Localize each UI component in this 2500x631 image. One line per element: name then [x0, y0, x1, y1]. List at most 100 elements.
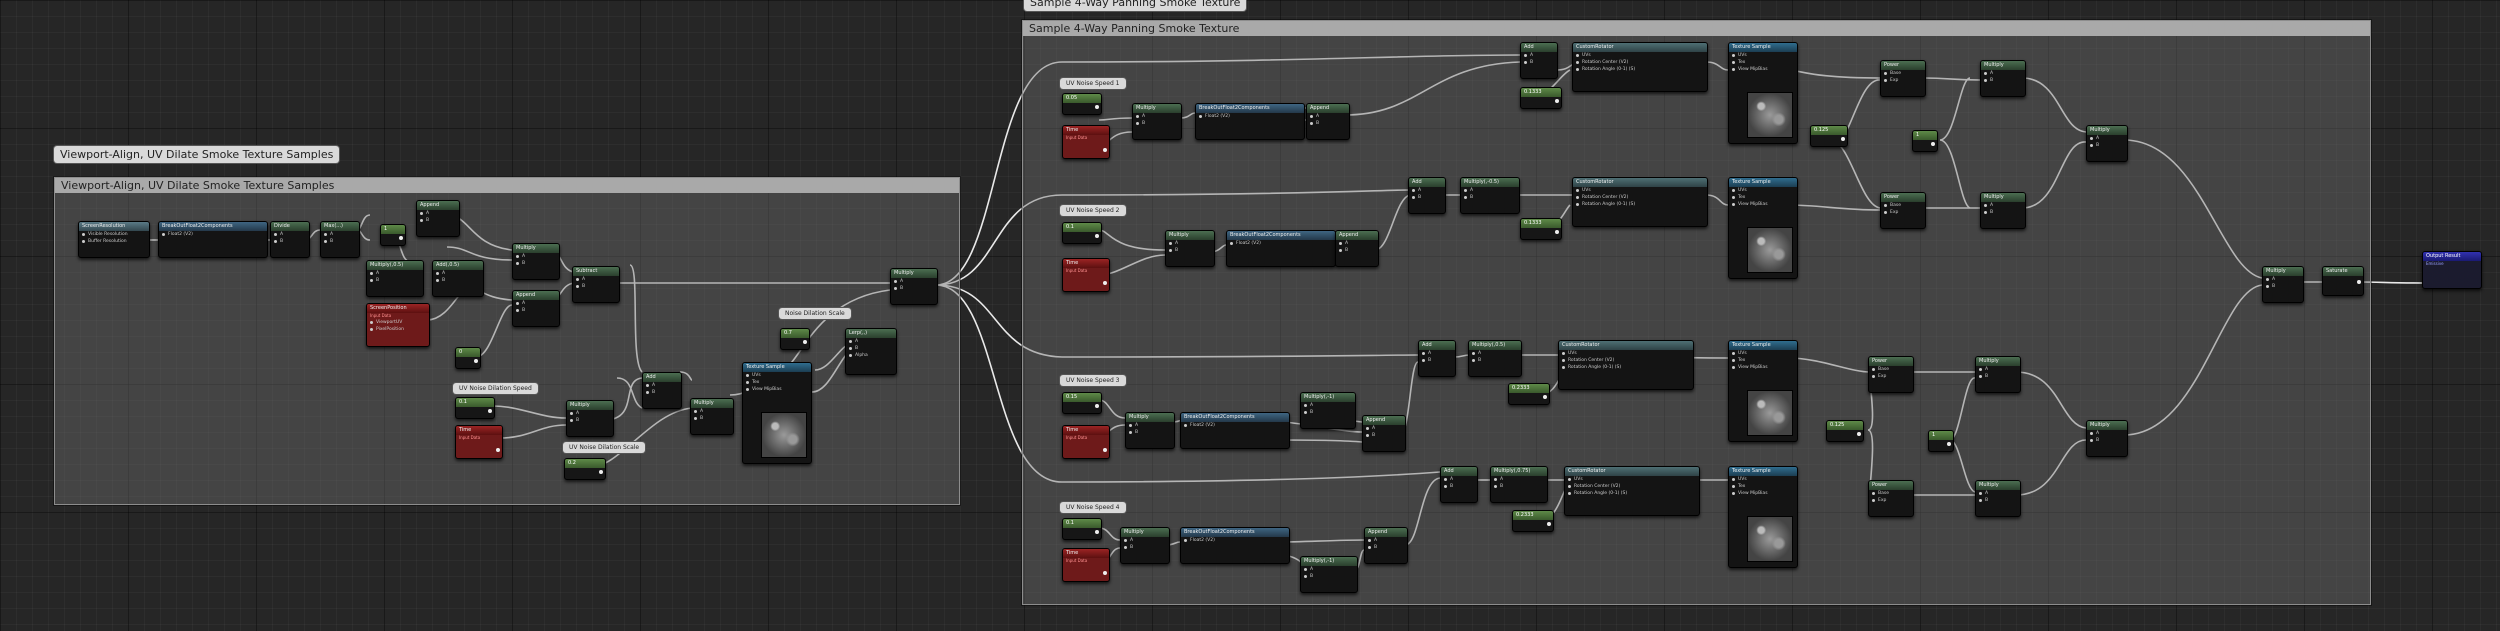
pin-view-mip-bias[interactable]: View MipBias: [1729, 201, 1797, 208]
constant-0-2333-node-3[interactable]: 0.2333: [1508, 383, 1550, 405]
pin-b[interactable]: B: [1301, 573, 1357, 580]
multiply-node-left-main[interactable]: Multiply A B: [890, 268, 938, 305]
pin-rotation-angle[interactable]: Rotation Angle (0-1) (S): [1559, 364, 1693, 371]
multiply-node-3b[interactable]: Multiply A B: [1975, 356, 2021, 393]
output-pin[interactable]: [399, 236, 403, 240]
multiply-075-node[interactable]: Multiply(,0.75) A B: [1490, 466, 1548, 503]
add-node-left[interactable]: Add A B: [642, 372, 682, 409]
pin-a[interactable]: A: [1307, 113, 1349, 120]
time-node-1[interactable]: Time Input Data: [1062, 125, 1110, 159]
custom-rotator-node-2[interactable]: CustomRotator UVs Rotation Center (V2) R…: [1572, 177, 1708, 227]
pin-a[interactable]: A: [1981, 70, 2025, 77]
texture-sample-node-1[interactable]: Texture Sample UVs Tex View MipBias: [1728, 42, 1798, 144]
pin-a[interactable]: A: [691, 408, 733, 415]
pin-uvs[interactable]: UVs: [1729, 476, 1797, 483]
pin-base[interactable]: Base: [1881, 202, 1925, 209]
add-node-3[interactable]: Add A B: [1418, 340, 1456, 377]
pin-a[interactable]: A: [1363, 425, 1405, 432]
pin-rotation-center[interactable]: Rotation Center (V2): [1565, 483, 1699, 490]
append-node-3[interactable]: Append A B: [1362, 415, 1406, 452]
pin-b[interactable]: B: [1409, 194, 1445, 201]
pin-a[interactable]: A: [1461, 187, 1519, 194]
pin-a[interactable]: A: [513, 300, 559, 307]
output-pin[interactable]: [1103, 148, 1107, 152]
screen-position-node[interactable]: ScreenPosition Input Data ViewportUV Pix…: [366, 303, 430, 347]
constant-02-node-left[interactable]: 0.2: [564, 458, 606, 480]
pin-float2[interactable]: Float2 (V2): [1196, 113, 1304, 120]
pin-b[interactable]: B: [691, 415, 733, 422]
pin-b[interactable]: B: [513, 307, 559, 314]
pin-b[interactable]: B: [1336, 247, 1378, 254]
time-node-4[interactable]: Time Input Data: [1062, 548, 1110, 582]
pin-a[interactable]: A: [643, 382, 681, 389]
pin-b[interactable]: B: [1441, 483, 1477, 490]
custom-rotator-node-4[interactable]: CustomRotator UVs Rotation Center (V2) R…: [1564, 466, 1700, 516]
break-float2-node-1[interactable]: BreakOutFloat2Components Float2 (V2): [1195, 103, 1305, 140]
screen-resolution-node[interactable]: ScreenResolution Visible Resolution Buff…: [78, 221, 150, 258]
add-node-2[interactable]: Add A B: [1408, 177, 1446, 214]
power-node-1b[interactable]: Power Base Exp: [1880, 192, 1926, 229]
pin-view-mip-bias[interactable]: View MipBias: [743, 386, 811, 393]
pin-b[interactable]: B: [417, 217, 459, 224]
pin-a[interactable]: A: [513, 253, 559, 260]
constant-0-1333-node[interactable]: 0.1333: [1520, 87, 1562, 109]
append-node-4[interactable]: Append A B: [1364, 527, 1408, 564]
constant-0-125-node-1[interactable]: 0.125: [1810, 125, 1848, 147]
pin-float2[interactable]: Float2 (V2): [1181, 422, 1289, 429]
constant-1-node-left[interactable]: 1: [380, 224, 406, 246]
saturate-node[interactable]: Saturate: [2322, 266, 2364, 296]
output-pin[interactable]: [1543, 395, 1547, 399]
uv-noise-speed-3-bubble[interactable]: UV Noise Speed 3: [1060, 375, 1126, 386]
constant-01-node-left[interactable]: 0.1: [455, 397, 495, 419]
pin-b[interactable]: B: [321, 238, 359, 245]
output-pin[interactable]: [1841, 137, 1845, 141]
noise-dilation-scale-bubble[interactable]: Noise Dilation Scale: [779, 308, 851, 319]
pin-tex[interactable]: Tex: [1729, 483, 1797, 490]
pin-b[interactable]: B: [1307, 120, 1349, 127]
constant-0-1-node-2[interactable]: 0.1: [1062, 222, 1102, 244]
multiply-n1-node-4[interactable]: Multiply(,-1) A B: [1300, 556, 1358, 593]
pin-b[interactable]: B: [271, 238, 309, 245]
pin-b[interactable]: B: [1365, 544, 1407, 551]
pin-b[interactable]: B: [1301, 409, 1355, 416]
output-pin[interactable]: [1857, 432, 1861, 436]
pin-a[interactable]: A: [1365, 537, 1407, 544]
output-pin[interactable]: [1547, 522, 1551, 526]
pin-b[interactable]: B: [433, 277, 483, 284]
pin-a[interactable]: A: [271, 231, 309, 238]
pin-rotation-center[interactable]: Rotation Center (V2): [1559, 357, 1693, 364]
pin-tex[interactable]: Tex: [743, 379, 811, 386]
constant-0-2333-node-4[interactable]: 0.2333: [1512, 510, 1554, 532]
add-05-node[interactable]: Add(,0.5) A B: [432, 260, 484, 297]
output-pin[interactable]: [1095, 234, 1099, 238]
output-pin[interactable]: [1947, 442, 1951, 446]
power-node-3b[interactable]: Power Base Exp: [1868, 480, 1914, 517]
pin-uvs[interactable]: UVs: [1729, 187, 1797, 194]
constant-0-05-node[interactable]: 0.05: [1062, 93, 1102, 115]
pin-exp[interactable]: Exp: [1881, 209, 1925, 216]
constant-1-node-3[interactable]: 1: [1928, 430, 1954, 452]
multiply-node-1c[interactable]: Multiply A B: [1980, 192, 2026, 229]
lerp-node[interactable]: Lerp(,,) A B Alpha: [845, 328, 897, 375]
uv-noise-speed-1-bubble[interactable]: UV Noise Speed 1: [1060, 78, 1126, 89]
output-pin[interactable]: [1103, 571, 1107, 575]
pin-view-mip-bias[interactable]: View MipBias: [1729, 66, 1797, 73]
output-pin[interactable]: [1103, 281, 1107, 285]
custom-rotator-node-3[interactable]: CustomRotator UVs Rotation Center (V2) R…: [1558, 340, 1694, 390]
constant-07-node[interactable]: 0.7: [780, 328, 810, 350]
pin-b[interactable]: B: [1469, 357, 1521, 364]
pin-a[interactable]: A: [1126, 422, 1174, 429]
pin-a[interactable]: A: [2263, 276, 2303, 283]
pin-b[interactable]: B: [1521, 59, 1557, 66]
break-float2-node-2[interactable]: BreakOutFloat2Components Float2 (V2): [1226, 230, 1336, 267]
pin-tex[interactable]: Tex: [1729, 59, 1797, 66]
pin-a[interactable]: A: [573, 276, 619, 283]
pin-b[interactable]: B: [1461, 194, 1519, 201]
power-node-3a[interactable]: Power Base Exp: [1868, 356, 1914, 393]
break-float2-node-4[interactable]: BreakOutFloat2Components Float2 (V2): [1180, 527, 1290, 564]
pin-b[interactable]: B: [1419, 357, 1455, 364]
pin-a[interactable]: A: [1976, 366, 2020, 373]
pin-float2[interactable]: Float2 (V2): [159, 231, 267, 238]
multiply-node-2a[interactable]: Multiply A B: [1165, 230, 1215, 267]
pin-base[interactable]: Base: [1881, 70, 1925, 77]
